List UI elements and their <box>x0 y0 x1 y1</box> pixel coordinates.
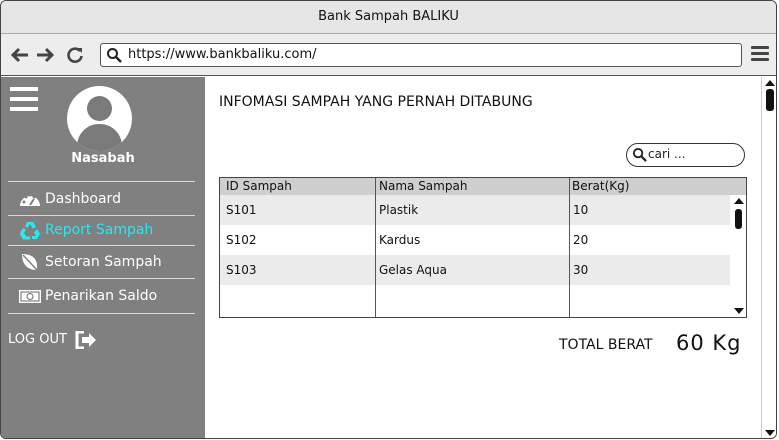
logout-button[interactable]: LOG OUT <box>8 331 96 349</box>
scroll-down-icon[interactable] <box>765 430 775 436</box>
sidebar-item-dashboard[interactable]: Dashboard <box>16 186 201 212</box>
column-divider <box>569 178 570 317</box>
browser-window: Bank Sampah BALIKU https://www.bankbalik… <box>0 0 777 439</box>
search-icon <box>107 48 122 63</box>
table-row[interactable]: S102 Kardus 20 <box>220 225 730 255</box>
arrow-left-icon[interactable] <box>10 45 30 65</box>
total-label: TOTAL BERAT <box>559 337 653 353</box>
cell-nama: Gelas Aqua <box>379 263 448 277</box>
browser-toolbar: https://www.bankbaliku.com/ <box>1 34 776 76</box>
divider <box>8 278 195 279</box>
avatar <box>67 86 132 151</box>
leaf-icon <box>22 254 38 271</box>
arrow-right-icon[interactable] <box>35 45 55 65</box>
cell-id: S103 <box>226 263 257 277</box>
cell-nama: Plastik <box>379 203 419 217</box>
table-row-empty <box>220 285 730 315</box>
logout-label: LOG OUT <box>8 332 67 347</box>
table-row[interactable]: S103 Gelas Aqua 30 <box>220 255 730 285</box>
logout-icon <box>75 331 96 349</box>
column-divider <box>375 178 376 317</box>
table-header: ID Sampah Nama Sampah Berat(Kg) <box>220 178 746 195</box>
hamburger-menu-icon[interactable] <box>751 46 769 62</box>
sidebar-item-penarikan-saldo[interactable]: Penarikan Saldo <box>16 283 201 309</box>
page-scrollbar[interactable] <box>761 77 776 438</box>
recycle-icon <box>20 222 40 240</box>
cell-nama: Kardus <box>379 233 421 247</box>
sidebar-item-setoran-sampah[interactable]: Setoran Sampah <box>16 249 201 275</box>
data-table: ID Sampah Nama Sampah Berat(Kg) S101 Pla… <box>219 177 747 318</box>
search-placeholder: cari ... <box>648 147 686 161</box>
column-header-nama: Nama Sampah <box>379 179 468 193</box>
scroll-thumb[interactable] <box>735 209 742 229</box>
dashboard-gauge-icon <box>20 193 40 206</box>
divider <box>8 215 195 216</box>
table-scrollbar[interactable] <box>731 195 746 317</box>
column-header-berat: Berat(Kg) <box>572 179 630 193</box>
cell-id: S101 <box>226 203 257 217</box>
table-row[interactable]: S101 Plastik 10 <box>220 195 730 225</box>
search-input[interactable]: cari ... <box>626 143 745 167</box>
sidebar-item-label: Report Sampah <box>45 222 154 238</box>
sidebar-item-report-sampah[interactable]: Report Sampah <box>16 217 201 243</box>
sidebar-toggle-icon[interactable] <box>10 87 38 111</box>
banknote-icon <box>19 290 41 303</box>
address-bar[interactable]: https://www.bankbaliku.com/ <box>100 43 742 67</box>
cell-berat: 20 <box>573 233 589 247</box>
main-content: INFOMASI SAMPAH YANG PERNAH DITABUNG car… <box>205 77 761 438</box>
sidebar: Nasabah Dashboard Report Sampah Setoran … <box>1 77 205 438</box>
reload-icon[interactable] <box>65 45 85 65</box>
page-title: INFOMASI SAMPAH YANG PERNAH DITABUNG <box>219 94 533 110</box>
scroll-down-icon[interactable] <box>734 308 744 314</box>
scroll-up-icon[interactable] <box>765 80 775 86</box>
cell-id: S102 <box>226 233 257 247</box>
sidebar-item-label: Penarikan Saldo <box>45 288 158 304</box>
sidebar-item-label: Dashboard <box>45 191 121 207</box>
divider <box>8 245 195 246</box>
scroll-thumb[interactable] <box>766 89 774 111</box>
cell-berat: 30 <box>573 263 589 277</box>
divider <box>8 313 195 314</box>
user-name: Nasabah <box>71 151 135 166</box>
cell-berat: 10 <box>573 203 589 217</box>
window-title: Bank Sampah BALIKU <box>1 1 776 34</box>
url-text: https://www.bankbaliku.com/ <box>128 47 317 62</box>
divider <box>8 181 195 182</box>
sidebar-item-label: Setoran Sampah <box>45 254 162 270</box>
total-value: 60 Kg <box>676 331 742 355</box>
scroll-up-icon[interactable] <box>734 198 744 204</box>
search-icon <box>632 147 647 162</box>
column-header-id: ID Sampah <box>226 179 292 193</box>
